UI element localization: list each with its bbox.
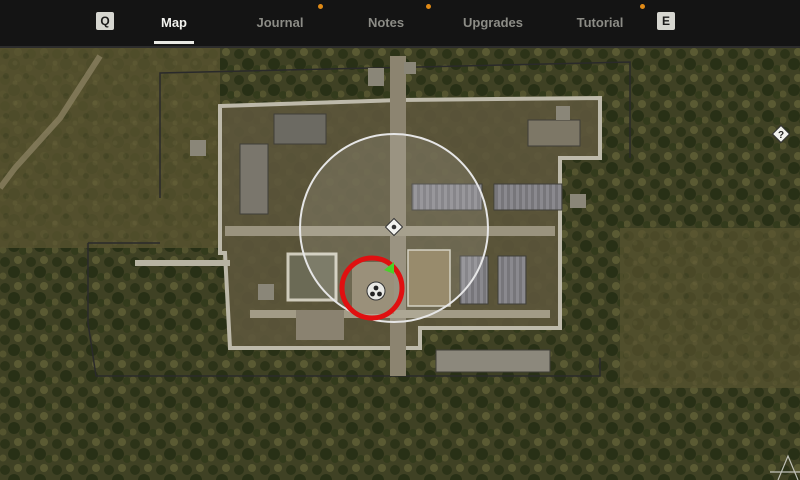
open-field-east <box>620 228 800 388</box>
tab-journal[interactable]: Journal <box>250 12 310 34</box>
next-tab-key[interactable]: E <box>657 12 675 30</box>
warehouse <box>493 183 563 211</box>
player-location-icon[interactable] <box>366 281 386 301</box>
svg-text:?: ? <box>778 130 784 141</box>
previous-tab-key[interactable]: Q <box>96 12 114 30</box>
tutorial-notification-dot <box>640 4 645 9</box>
shed <box>556 106 570 120</box>
active-tab-indicator <box>154 41 194 44</box>
shed <box>404 62 416 74</box>
tab-notes[interactable]: Notes <box>362 12 410 34</box>
satellite-map[interactable]: ? <box>0 48 800 480</box>
shed <box>570 194 586 208</box>
west-road <box>135 260 230 266</box>
shed <box>258 284 274 300</box>
tab-tutorial[interactable]: Tutorial <box>572 12 628 34</box>
building <box>273 113 327 145</box>
map-tabs-bar: Q Map Journal Notes Upgrades Tutorial E <box>0 0 800 48</box>
long-building <box>435 349 551 373</box>
hangar <box>497 255 527 305</box>
journal-notification-dot <box>318 4 323 9</box>
shed <box>190 140 206 156</box>
notes-notification-dot <box>426 4 431 9</box>
building <box>239 143 269 215</box>
building <box>296 310 344 340</box>
shed <box>368 68 384 86</box>
building <box>527 119 581 147</box>
tab-map[interactable]: Map <box>154 12 194 34</box>
tab-upgrades[interactable]: Upgrades <box>462 12 524 34</box>
